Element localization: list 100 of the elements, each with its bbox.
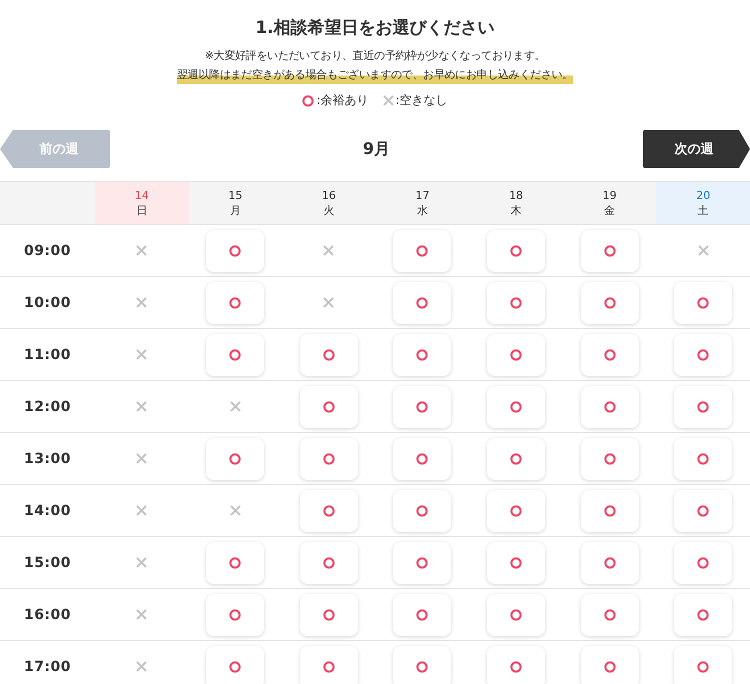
circle-icon bbox=[229, 296, 242, 308]
circle-icon bbox=[697, 296, 710, 308]
circle-icon bbox=[416, 348, 428, 360]
circle-icon bbox=[604, 660, 616, 672]
circle-icon bbox=[416, 556, 428, 568]
available-slot-button[interactable] bbox=[674, 646, 732, 684]
circle-icon bbox=[604, 244, 616, 256]
available-slot-button[interactable] bbox=[206, 542, 264, 584]
available-slot-button[interactable] bbox=[487, 438, 546, 480]
available-slot-button[interactable] bbox=[580, 490, 639, 532]
circle-icon bbox=[510, 296, 522, 308]
time-cell: 14:00 bbox=[0, 485, 95, 537]
available-slot-button[interactable] bbox=[300, 594, 358, 636]
available-slot-button[interactable] bbox=[487, 386, 546, 428]
available-slot-button[interactable] bbox=[487, 230, 546, 272]
available-slot-button[interactable] bbox=[674, 282, 732, 324]
available-slot-button[interactable] bbox=[487, 334, 546, 376]
available-slot-button[interactable] bbox=[393, 542, 452, 584]
circle-icon bbox=[697, 400, 710, 412]
available-slot-button[interactable] bbox=[487, 594, 546, 636]
time-cell: 09:00 bbox=[0, 225, 95, 277]
available-slot-button[interactable] bbox=[580, 438, 639, 480]
available-slot-button[interactable] bbox=[300, 646, 358, 684]
available-slot-button[interactable] bbox=[674, 490, 732, 532]
available-slot-button[interactable] bbox=[580, 230, 639, 272]
day-header: 19 金 bbox=[562, 181, 656, 225]
available-slot-button[interactable] bbox=[300, 490, 358, 532]
circle-icon bbox=[229, 348, 242, 360]
available-slot-button[interactable] bbox=[487, 542, 546, 584]
available-slot-button[interactable] bbox=[393, 282, 452, 324]
circle-icon bbox=[416, 296, 428, 308]
legend-label: :余裕あり bbox=[316, 92, 368, 109]
available-slot-button[interactable] bbox=[393, 230, 452, 272]
available-slot-button[interactable] bbox=[674, 438, 732, 480]
available-slot-button[interactable] bbox=[580, 542, 639, 584]
month-label: 9月 bbox=[362, 138, 390, 160]
circle-icon bbox=[416, 400, 428, 412]
available-slot-button[interactable] bbox=[206, 646, 264, 684]
available-slot-button[interactable] bbox=[580, 386, 639, 428]
circle-icon bbox=[416, 608, 428, 620]
available-slot-button[interactable] bbox=[674, 386, 732, 428]
available-slot-button[interactable] bbox=[206, 230, 264, 272]
circle-icon bbox=[604, 400, 616, 412]
available-slot-button[interactable] bbox=[674, 542, 732, 584]
available-slot-button[interactable] bbox=[674, 334, 732, 376]
circle-icon bbox=[510, 608, 522, 620]
available-slot-button[interactable] bbox=[300, 542, 358, 584]
circle-icon bbox=[604, 348, 616, 360]
circle-icon bbox=[229, 244, 242, 256]
time-cell: 15:00 bbox=[0, 537, 95, 589]
time-cell: 12:00 bbox=[0, 381, 95, 433]
circle-icon bbox=[322, 348, 335, 360]
available-slot-button[interactable] bbox=[580, 282, 639, 324]
available-slot-button[interactable] bbox=[580, 646, 639, 684]
circle-icon bbox=[510, 504, 522, 516]
available-slot-button[interactable] bbox=[300, 334, 358, 376]
notice-text: ※大変好評をいただいており、直近の予約枠が少なくなっております。 bbox=[204, 48, 546, 64]
circle-icon bbox=[697, 504, 710, 516]
available-slot-button[interactable] bbox=[300, 438, 358, 480]
day-header: 14 日 bbox=[95, 181, 189, 225]
available-slot-button[interactable] bbox=[393, 438, 452, 480]
time-cell: 13:00 bbox=[0, 433, 95, 485]
time-cell: 10:00 bbox=[0, 277, 95, 329]
circle-icon bbox=[604, 452, 616, 464]
circle-icon bbox=[416, 452, 428, 464]
circle-icon bbox=[697, 608, 710, 620]
available-slot-button[interactable] bbox=[393, 334, 452, 376]
available-slot-button[interactable] bbox=[580, 334, 639, 376]
available-slot-button[interactable] bbox=[580, 594, 639, 636]
available-slot-button[interactable] bbox=[487, 646, 546, 684]
next-week-button[interactable]: 次の週 bbox=[642, 130, 750, 168]
available-slot-button[interactable] bbox=[206, 334, 264, 376]
circle-icon bbox=[510, 556, 522, 568]
available-slot-button[interactable] bbox=[393, 490, 452, 532]
available-slot-button[interactable] bbox=[206, 282, 264, 324]
circle-icon bbox=[697, 660, 710, 672]
circle-icon bbox=[510, 348, 522, 360]
available-slot-button[interactable] bbox=[206, 438, 264, 480]
available-slot-button[interactable] bbox=[393, 646, 452, 684]
available-slot-button[interactable] bbox=[206, 594, 264, 636]
available-slot-button[interactable] bbox=[487, 282, 546, 324]
circle-icon bbox=[229, 556, 242, 568]
circle-icon bbox=[697, 348, 710, 360]
circle-icon bbox=[510, 244, 522, 256]
circle-icon bbox=[510, 400, 522, 412]
day-header: 20 土 bbox=[656, 181, 750, 225]
circle-icon bbox=[322, 452, 335, 464]
circle-icon bbox=[229, 608, 242, 620]
circle-icon bbox=[510, 452, 522, 464]
circle-icon bbox=[322, 504, 335, 516]
available-slot-button[interactable] bbox=[674, 594, 732, 636]
available-slot-button[interactable] bbox=[393, 594, 452, 636]
available-slot-button[interactable] bbox=[300, 386, 358, 428]
circle-icon bbox=[322, 556, 335, 568]
available-slot-button[interactable] bbox=[487, 490, 546, 532]
available-slot-button[interactable] bbox=[393, 386, 452, 428]
section-heading: 1.相談希望日をお選びください bbox=[255, 17, 495, 39]
time-cell: 11:00 bbox=[0, 329, 95, 381]
legend-label: :空きなし bbox=[396, 92, 448, 109]
circle-icon bbox=[604, 504, 616, 516]
